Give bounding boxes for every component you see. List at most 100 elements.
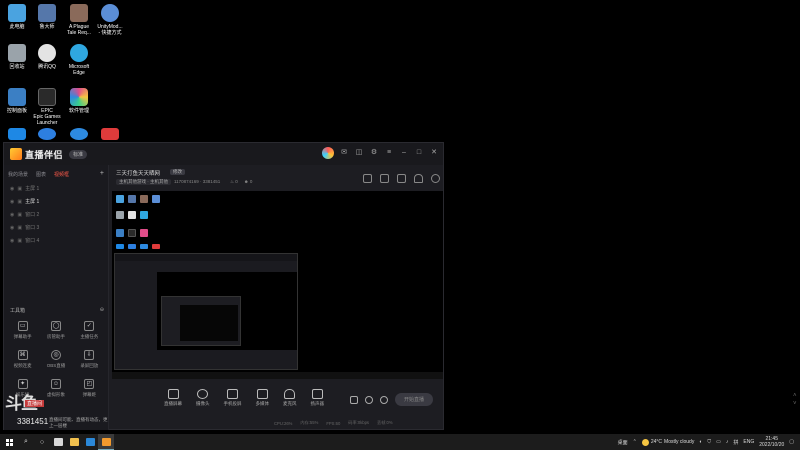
window-icon[interactable] (397, 174, 406, 183)
category-tag[interactable]: 主机其他游戏 · 主机其他 (116, 179, 171, 185)
scene-item[interactable]: ◉ ▣ 主屏 1 (4, 182, 108, 195)
weather-widget[interactable]: 24°C Mostly cloudy (641, 438, 694, 446)
live-settings-icon[interactable] (380, 395, 388, 404)
timer-icon[interactable] (365, 395, 373, 404)
lock-icon[interactable]: ▣ (17, 225, 22, 231)
scene-item-active[interactable]: ◉ ▣ 主屏 1 (4, 195, 108, 208)
desktop-icon-software-manager[interactable]: 软件管理 (63, 88, 95, 114)
camera-button[interactable]: 摄像头 (196, 389, 210, 407)
system-tray: 桌面 ⌃ 24°C Mostly cloudy ◐ ⛉ ▭ ♪ 拼 ENG 21… (618, 436, 800, 448)
tool-video-link[interactable]: ⌘ 视频连麦 (6, 350, 39, 369)
search-button[interactable]: ⌕ (18, 434, 34, 450)
scene-item[interactable]: ◉ ▣ 窗口 2 (4, 208, 108, 221)
scene-item[interactable]: ◉ ▣ 窗口 4 (4, 234, 108, 247)
language-indicator[interactable]: ENG (743, 439, 754, 445)
minimize-icon[interactable]: – (399, 148, 409, 158)
desktop-icon-label: EPIC Epic Games Launcher (33, 108, 61, 126)
microphone-button[interactable]: 麦克风 (283, 389, 297, 407)
desktop-icon-app-2[interactable] (31, 128, 63, 140)
start-live-button[interactable]: 开始直播 (395, 393, 434, 406)
desktop-icon-this-pc[interactable]: 此电脑 (1, 4, 33, 30)
avatar-icon: ☺ (50, 379, 61, 389)
menu-icon[interactable]: ≡ (384, 148, 394, 158)
tool-anchor-task[interactable]: ✓ 主播任务 (73, 321, 106, 340)
lock-icon[interactable]: ▣ (17, 238, 22, 244)
app-icon (8, 128, 26, 140)
eye-icon[interactable]: ◉ (10, 212, 14, 218)
brand-logo-icon (10, 148, 22, 160)
edit-title-button[interactable]: 修改 (170, 169, 185, 175)
desktop-icon-unitymod[interactable]: UnityMod... - 快捷方式 (94, 4, 126, 36)
tool-label: 主播任务 (80, 334, 99, 339)
taskbar-app-explorer[interactable] (66, 434, 82, 450)
app-tray-icon[interactable]: ◐ (699, 439, 702, 445)
lock-icon[interactable]: ▣ (17, 212, 22, 218)
settings-icon[interactable]: ⚙ (369, 148, 379, 158)
shield-icon[interactable]: ⛉ (707, 439, 711, 445)
desktop-icon-qq[interactable]: 腾讯QQ (31, 44, 63, 70)
stream-preview[interactable] (112, 191, 443, 379)
hot-stat: ♨ 0 (230, 179, 238, 185)
eye-icon[interactable]: ◉ (10, 199, 14, 205)
desktop-icon-app-1[interactable] (1, 128, 33, 140)
side-scroll-arrows[interactable]: ˄ ˅ (793, 392, 797, 408)
volume-icon[interactable]: ♪ (726, 439, 729, 445)
eye-icon[interactable]: ◉ (10, 238, 14, 244)
add-scene-icon[interactable]: + (100, 170, 104, 178)
toolbox-more-icon[interactable]: ⊖ (100, 307, 104, 314)
maximize-icon[interactable]: □ (414, 148, 424, 158)
media-button[interactable]: 多媒体 (256, 389, 269, 407)
refresh-icon[interactable] (380, 174, 389, 183)
tool-replay[interactable]: ⇩ 录屏回放 (73, 350, 106, 369)
obs-icon: ◎ (50, 350, 61, 360)
desktop-icon-plague-tale[interactable]: A Plague Tale Req... (63, 4, 95, 36)
eye-icon[interactable]: ◉ (10, 186, 14, 192)
eye-icon[interactable]: ◉ (10, 225, 14, 231)
notification-icon[interactable]: ▢ (789, 439, 794, 445)
clock[interactable]: 21:45 2022/10/20 (759, 436, 784, 448)
tab-charts[interactable]: 图表 (36, 171, 46, 178)
desktop-icon-control-panel[interactable]: 控制面板 (1, 88, 33, 114)
network-icon[interactable]: ▭ (716, 439, 721, 445)
close-icon[interactable]: ✕ (429, 148, 439, 158)
lock-icon[interactable]: ▣ (17, 186, 22, 192)
user-avatar[interactable] (322, 147, 334, 159)
lock-icon[interactable]: ▣ (17, 199, 22, 205)
desktop-icon-ludashi[interactable]: 鲁大师 (31, 4, 63, 30)
desktop-label[interactable]: 桌面 (618, 439, 628, 446)
desktop-icon-app-3[interactable] (63, 128, 95, 140)
tray-overflow-icon[interactable]: ⌃ (633, 439, 637, 445)
phone-cast-button[interactable]: 手机投屏 (224, 389, 242, 407)
version-badge[interactable]: 标准 (69, 149, 88, 159)
speaker-button[interactable]: 扬声器 (311, 389, 324, 407)
desktop-icon-wps[interactable] (94, 128, 126, 140)
desktop-icon-recycle-bin[interactable]: 回收站 (1, 44, 33, 70)
tab-video-frame[interactable]: 视频框 (54, 171, 69, 178)
tool-room-manager[interactable]: ◯ 房管助手 (39, 321, 72, 340)
taskbar-app-live-companion[interactable] (98, 434, 114, 450)
desktop-icon-epic-games[interactable]: EPIC Epic Games Launcher (31, 88, 63, 126)
screen-capture-button[interactable]: 直播屏幕 (164, 389, 182, 407)
scene-label: 窗口 4 (25, 238, 40, 244)
recycle-bin-icon (8, 44, 26, 62)
hot-value: 0 (235, 179, 238, 184)
taskbar-app-store[interactable] (82, 434, 98, 450)
download-icon: ⇩ (84, 350, 95, 360)
taskbar: ⌕ ○ 桌面 ⌃ 24°C Mostly cloudy ◐ ⛉ ▭ ♪ 拼 EN… (0, 434, 800, 450)
message-icon[interactable]: ✉ (339, 148, 349, 158)
ime-indicator[interactable]: 拼 (733, 439, 738, 446)
layout-icon[interactable] (363, 174, 372, 183)
skin-icon[interactable]: ◫ (354, 148, 364, 158)
record-icon[interactable] (350, 395, 358, 404)
desktop-icon-edge[interactable]: Microsoft Edge (63, 44, 95, 76)
start-button[interactable] (0, 434, 18, 450)
tool-obs-live[interactable]: ◎ OBS直播 (39, 350, 72, 369)
tool-danmaku-assistant[interactable]: ▭ 弹幕助手 (6, 321, 39, 340)
bell-icon[interactable] (414, 174, 423, 183)
tab-my-scenes[interactable]: 我的场景 (8, 171, 28, 178)
qq-penguin-icon (38, 44, 56, 62)
taskbar-app-windows[interactable] (50, 434, 66, 450)
task-view-button[interactable]: ○ (34, 434, 50, 450)
share-icon[interactable] (431, 174, 440, 183)
scene-item[interactable]: ◉ ▣ 窗口 3 (4, 221, 108, 234)
